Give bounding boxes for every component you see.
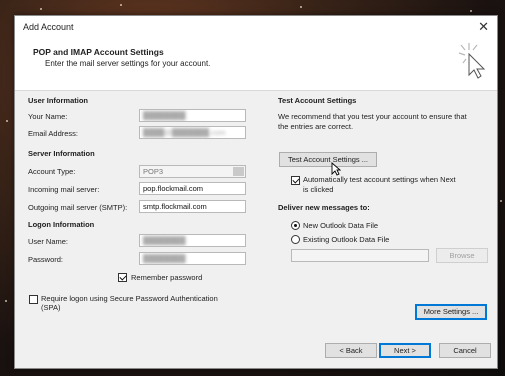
test-settings-heading: Test Account Settings [278, 96, 357, 105]
your-name-label: Your Name: [28, 112, 68, 121]
password-label: Password: [28, 255, 64, 264]
chevron-down-icon [233, 167, 244, 176]
spa-label-line1[interactable]: Require logon using Secure Password Auth… [41, 294, 218, 303]
incoming-server-label: Incoming mail server: [28, 185, 100, 194]
new-data-file-radio[interactable] [291, 221, 300, 230]
more-settings-button[interactable]: More Settings ... [415, 304, 487, 320]
window-title: Add Account [23, 22, 74, 32]
back-button[interactable]: < Back [325, 343, 377, 358]
next-button[interactable]: Next > [379, 343, 431, 358]
outgoing-server-label: Outgoing mail server (SMTP): [28, 203, 128, 212]
existing-data-file-label[interactable]: Existing Outlook Data File [303, 235, 389, 244]
user-info-heading: User Information [28, 96, 89, 105]
cancel-button[interactable]: Cancel [439, 343, 491, 358]
username-field[interactable]: ████████ [139, 234, 246, 247]
auto-test-label-line1[interactable]: Automatically test account settings when… [303, 175, 456, 184]
username-label: User Name: [28, 237, 69, 246]
test-description-line2: the entries are correct. [278, 122, 354, 131]
close-icon[interactable]: ✕ [478, 19, 489, 35]
email-field[interactable]: ████@███████.com [139, 126, 246, 139]
new-data-file-label[interactable]: New Outlook Data File [303, 221, 378, 230]
spa-label-line2[interactable]: (SPA) [41, 303, 60, 312]
password-field[interactable]: ████████ [139, 252, 246, 265]
page-title: POP and IMAP Account Settings [33, 47, 164, 57]
title-bar[interactable]: Add Account ✕ [15, 16, 497, 40]
remember-password-checkbox[interactable] [118, 273, 127, 282]
existing-data-file-path [291, 249, 429, 262]
existing-data-file-radio[interactable] [291, 235, 300, 244]
your-name-field[interactable]: ████████ [139, 109, 246, 122]
account-type-select: POP3 [139, 165, 246, 178]
browse-button: Browse [436, 248, 488, 263]
wizard-header: POP and IMAP Account Settings Enter the … [15, 40, 497, 90]
settings-panel: User Information Your Name: ████████ Ema… [15, 91, 497, 368]
logon-info-heading: Logon Information [28, 220, 95, 229]
mouse-pointer-icon [331, 162, 341, 176]
incoming-server-field[interactable]: pop.flockmail.com [139, 182, 246, 195]
auto-test-checkbox[interactable] [291, 176, 300, 185]
remember-password-label[interactable]: Remember password [131, 273, 202, 282]
account-type-label: Account Type: [28, 167, 76, 176]
wizard-cursor-icon [458, 43, 486, 79]
auto-test-label-line2[interactable]: is clicked [303, 185, 333, 194]
outgoing-server-field[interactable]: smtp.flockmail.com [139, 200, 246, 213]
spa-checkbox[interactable] [29, 295, 38, 304]
page-subtitle: Enter the mail server settings for your … [45, 59, 211, 68]
add-account-dialog: Add Account ✕ POP and IMAP Account Setti… [14, 15, 498, 369]
server-info-heading: Server Information [28, 149, 95, 158]
test-description-line1: We recommend that you test your account … [278, 112, 467, 121]
test-account-settings-button[interactable]: Test Account Settings ... [279, 152, 377, 167]
email-label: Email Address: [28, 129, 79, 138]
deliver-heading: Deliver new messages to: [278, 203, 370, 212]
